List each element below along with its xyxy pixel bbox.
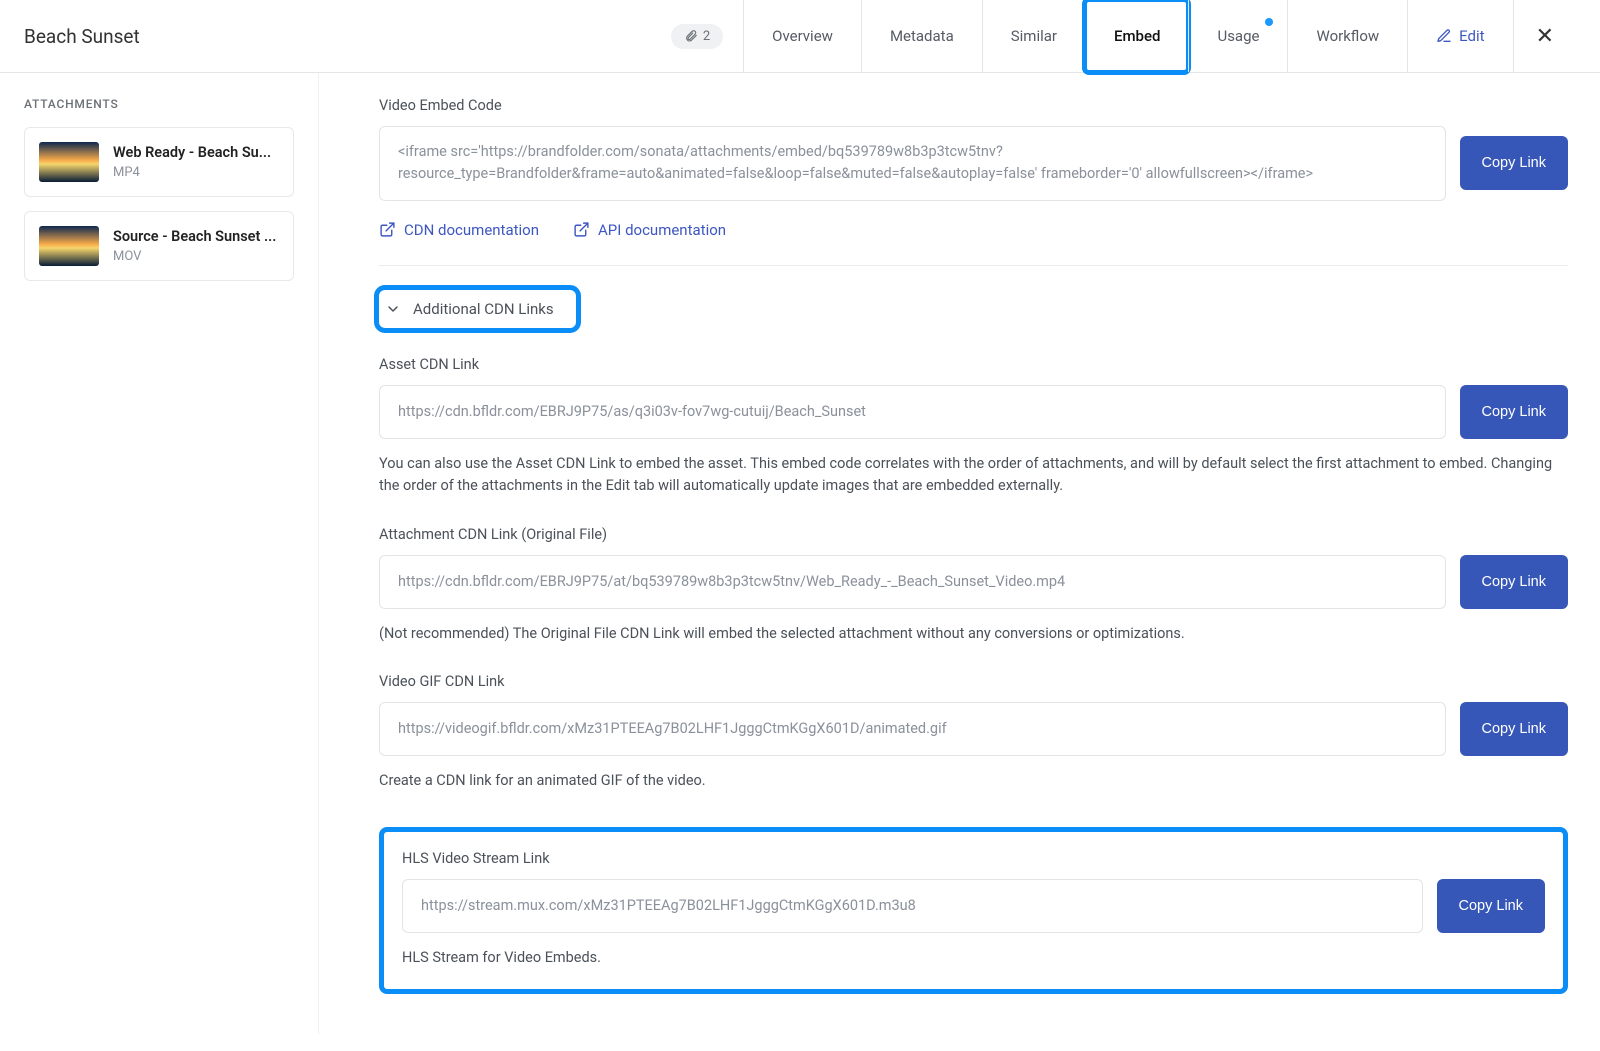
attachment-format: MOV: [113, 249, 276, 264]
additional-cdn-links-toggle[interactable]: Additional CDN Links: [379, 290, 576, 328]
divider: [379, 265, 1568, 266]
asset-cdn-label: Asset CDN Link: [379, 356, 1568, 373]
tab-overview[interactable]: Overview: [743, 0, 861, 72]
gif-cdn-helper: Create a CDN link for an animated GIF of…: [379, 770, 1568, 792]
attachment-format: MP4: [113, 165, 271, 180]
tab-metadata[interactable]: Metadata: [861, 0, 982, 72]
copy-video-embed-button[interactable]: Copy Link: [1460, 136, 1568, 190]
paperclip-icon: [684, 29, 698, 43]
hls-section-highlight: HLS Video Stream Link https://stream.mux…: [379, 827, 1568, 994]
chevron-down-icon: [385, 301, 401, 317]
gif-cdn-label: Video GIF CDN Link: [379, 673, 1568, 690]
asset-cdn-helper: You can also use the Asset CDN Link to e…: [379, 453, 1568, 498]
attachment-cdn-label: Attachment CDN Link (Original File): [379, 526, 1568, 543]
tab-usage[interactable]: Usage: [1188, 0, 1287, 72]
video-embed-label: Video Embed Code: [379, 97, 1568, 114]
main-content: Video Embed Code <iframe src='https://br…: [318, 73, 1600, 1034]
tab-edit[interactable]: Edit: [1407, 0, 1512, 72]
header-tabs: Overview Metadata Similar Embed Usage Wo…: [743, 0, 1576, 72]
attachment-thumbnail: [39, 142, 99, 182]
tab-embed[interactable]: Embed: [1085, 0, 1188, 72]
pencil-icon: [1436, 28, 1452, 44]
hls-link-box[interactable]: https://stream.mux.com/xMz31PTEEAg7B02LH…: [402, 879, 1423, 933]
attachment-card[interactable]: Web Ready - Beach Su... MP4: [24, 127, 294, 197]
copy-gif-cdn-button[interactable]: Copy Link: [1460, 702, 1568, 756]
notification-dot-icon: [1265, 18, 1273, 26]
api-documentation-link[interactable]: API documentation: [573, 221, 726, 239]
cdn-documentation-link[interactable]: CDN documentation: [379, 221, 539, 239]
sidebar-heading: ATTACHMENTS: [24, 97, 294, 111]
tab-workflow[interactable]: Workflow: [1287, 0, 1407, 72]
sidebar: ATTACHMENTS Web Ready - Beach Su... MP4 …: [0, 73, 318, 1034]
attachment-card[interactable]: Source - Beach Sunset ... MOV: [24, 211, 294, 281]
external-link-icon: [379, 221, 396, 238]
asset-cdn-link-box[interactable]: https://cdn.bfldr.com/EBRJ9P75/as/q3i03v…: [379, 385, 1446, 439]
external-link-icon: [573, 221, 590, 238]
tab-similar[interactable]: Similar: [982, 0, 1085, 72]
attachment-cdn-helper: (Not recommended) The Original File CDN …: [379, 623, 1568, 645]
close-button[interactable]: ✕: [1513, 0, 1576, 72]
attachment-cdn-link-box[interactable]: https://cdn.bfldr.com/EBRJ9P75/at/bq5397…: [379, 555, 1446, 609]
video-embed-code-box[interactable]: <iframe src='https://brandfolder.com/son…: [379, 126, 1446, 201]
attachment-count-value: 2: [703, 29, 710, 44]
attachment-count-pill: 2: [671, 24, 723, 49]
attachment-thumbnail: [39, 226, 99, 266]
copy-attachment-cdn-button[interactable]: Copy Link: [1460, 555, 1568, 609]
gif-cdn-link-box[interactable]: https://videogif.bfldr.com/xMz31PTEEAg7B…: [379, 702, 1446, 756]
asset-title: Beach Sunset: [24, 25, 140, 48]
hls-helper: HLS Stream for Video Embeds.: [402, 947, 1545, 969]
attachment-title: Web Ready - Beach Su...: [113, 144, 271, 161]
copy-hls-button[interactable]: Copy Link: [1437, 879, 1545, 933]
header-bar: Beach Sunset 2 Overview Metadata Similar…: [0, 0, 1600, 73]
attachment-title: Source - Beach Sunset ...: [113, 228, 276, 245]
copy-asset-cdn-button[interactable]: Copy Link: [1460, 385, 1568, 439]
hls-label: HLS Video Stream Link: [402, 850, 1545, 867]
